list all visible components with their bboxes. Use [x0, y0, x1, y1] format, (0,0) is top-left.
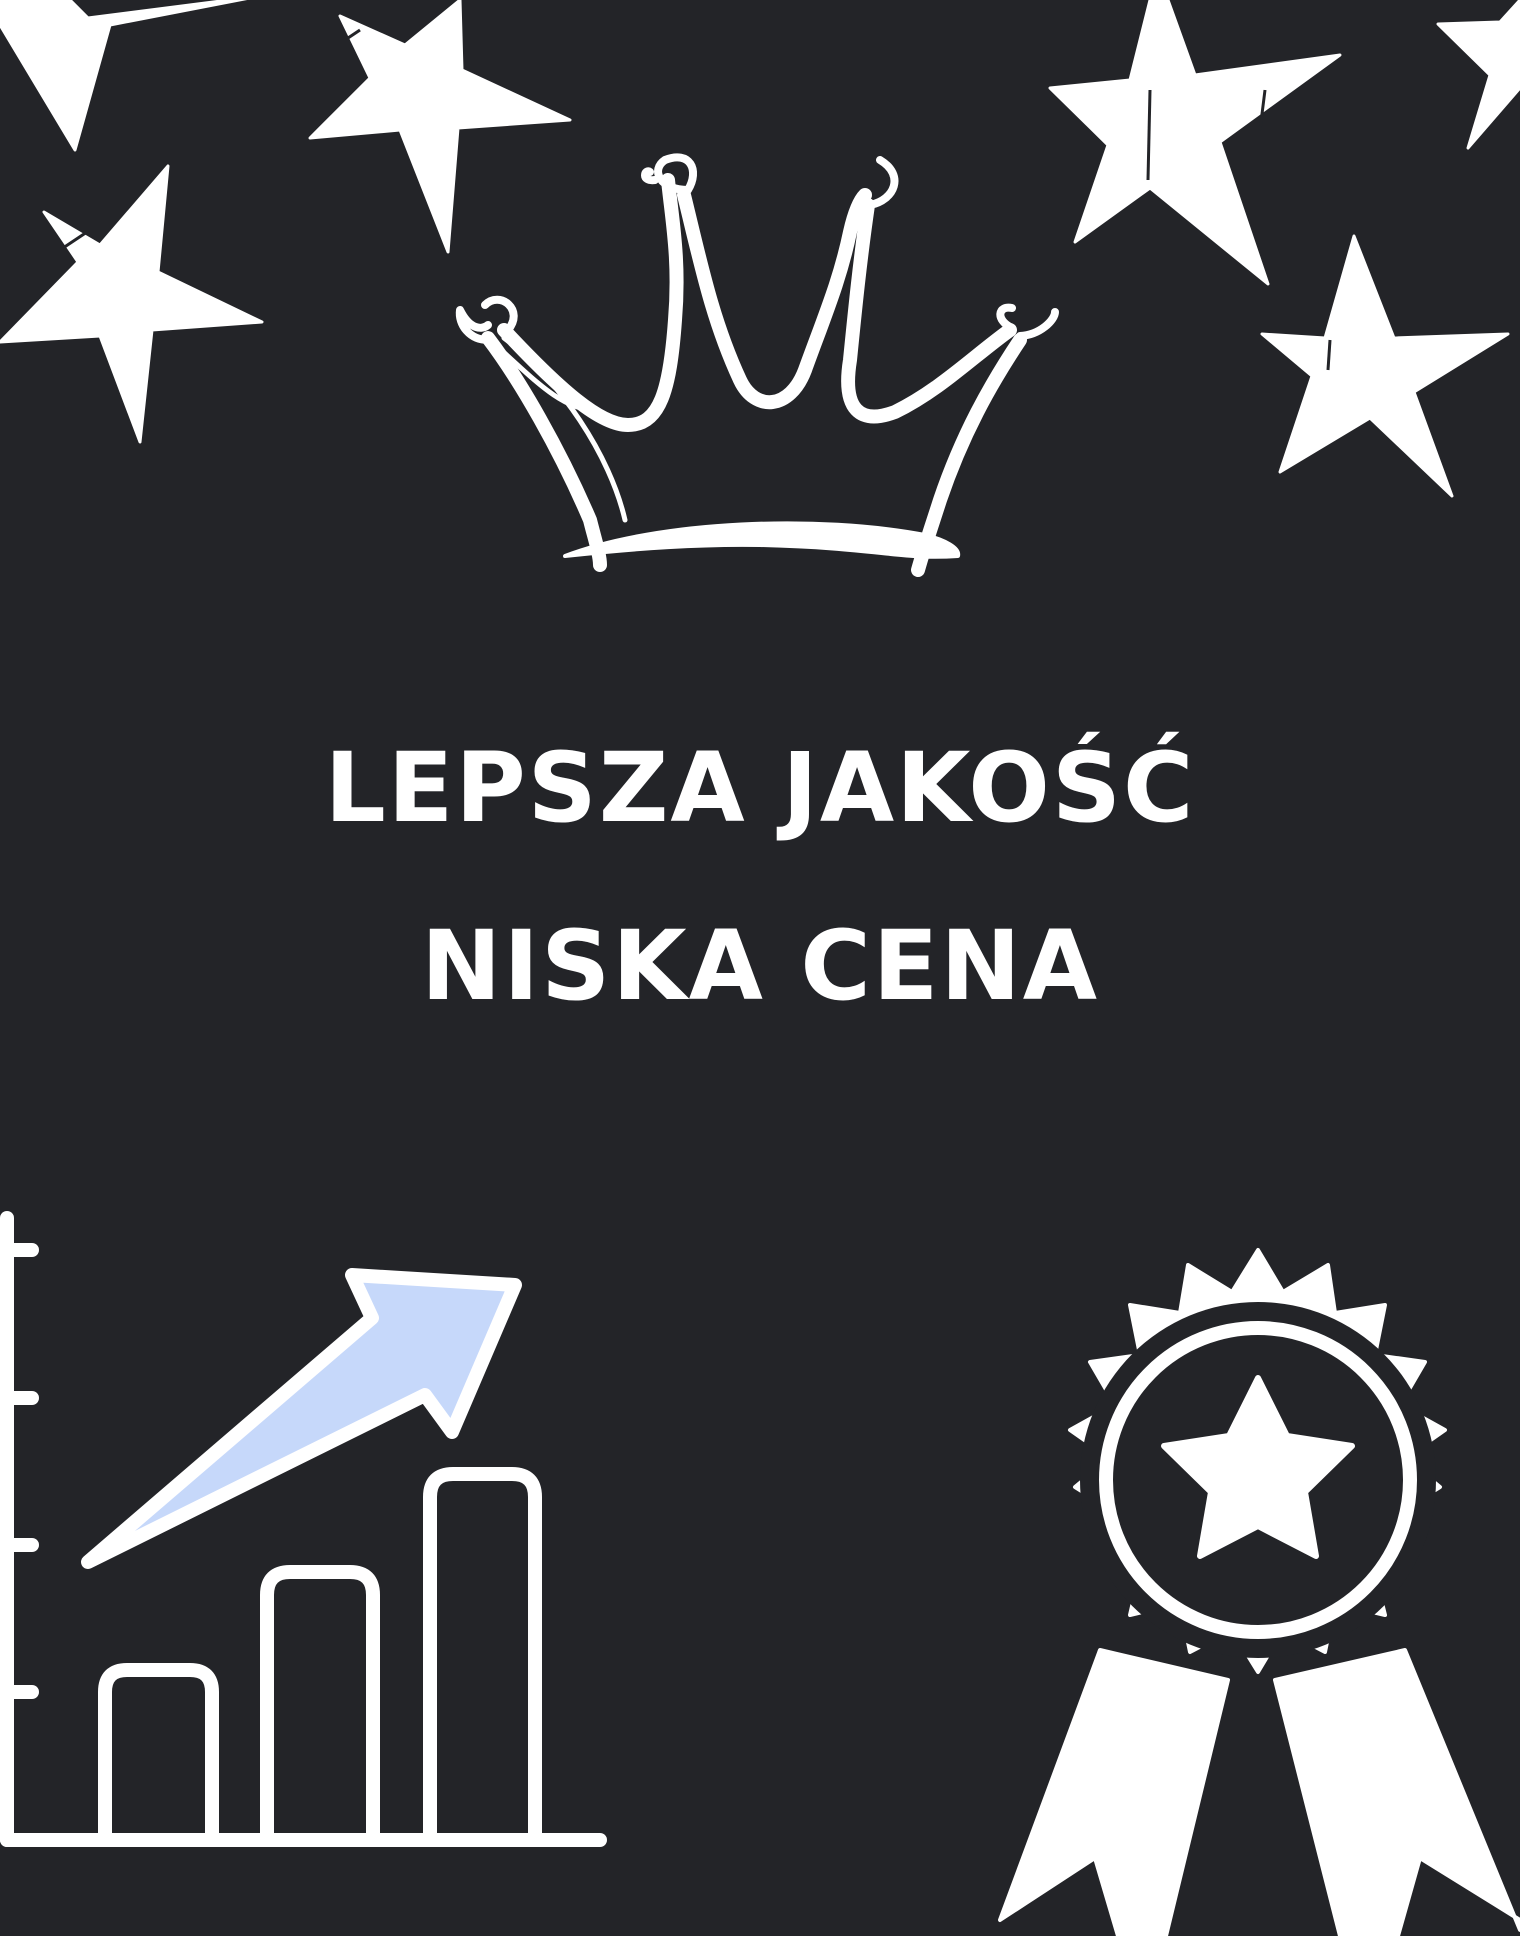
chart-bar [260, 1565, 380, 1847]
star-icon [0, 0, 248, 152]
chart-arrow [81, 1268, 522, 1569]
star-icon [1048, 0, 1342, 286]
award-badge-icon [998, 1248, 1520, 1936]
ribbon-left [998, 1648, 1230, 1936]
chart-bar [98, 1663, 219, 1847]
star-icon [0, 164, 264, 444]
ribbon-right [1273, 1648, 1520, 1936]
star-icon [1260, 234, 1510, 498]
growth-chart-icon [0, 1211, 607, 1847]
star-icon [1436, 0, 1520, 150]
headline-price: NISKA CENA [421, 910, 1099, 1022]
crown-icon [455, 153, 1059, 577]
chart-bar [423, 1467, 542, 1847]
headline-quality: LEPSZA JAKOŚĆ [324, 732, 1196, 844]
